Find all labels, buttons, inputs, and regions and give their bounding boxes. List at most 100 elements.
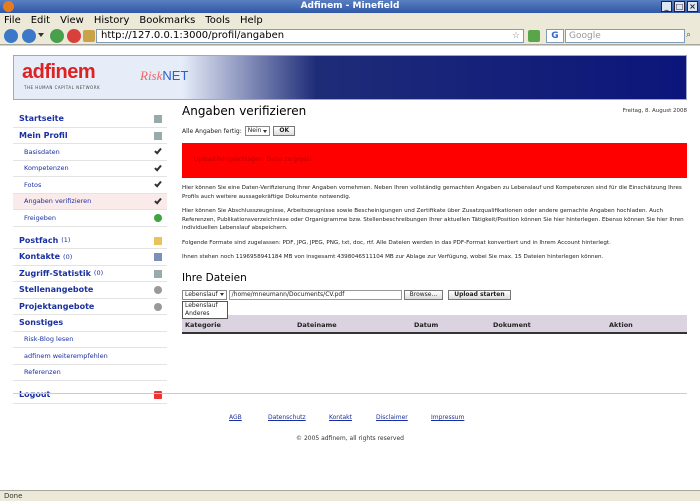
footer-link-datenschutz[interactable]: Datenschutz bbox=[268, 414, 306, 421]
maximize-button[interactable]: □ bbox=[674, 1, 685, 12]
file-type-select[interactable]: Lebenslauf bbox=[182, 289, 227, 300]
stats-icon bbox=[154, 269, 162, 278]
sidebar-item-label: Projektangebote bbox=[19, 301, 95, 311]
adfinem-logo[interactable]: adfinem bbox=[22, 61, 96, 84]
back-arrow-icon[interactable] bbox=[4, 29, 18, 43]
url-input[interactable]: http://127.0.0.1:3000/profil/angaben ☆ bbox=[96, 29, 524, 43]
sidebar-item-referenzen[interactable]: Referenzen bbox=[13, 365, 167, 381]
sidebar-item-label: Sonstiges bbox=[19, 318, 64, 328]
footer-link-disclaimer[interactable]: Disclaimer bbox=[376, 414, 408, 421]
risknet-net: NET bbox=[162, 68, 189, 83]
window-titlebar: Adfinem - Minefield _ □ × bbox=[0, 0, 700, 13]
sidebar-item-label: adfinem weiterempfehlen bbox=[24, 351, 108, 360]
search-engine-icon[interactable]: G bbox=[546, 29, 564, 43]
menu-tools[interactable]: Tools bbox=[205, 15, 230, 26]
footer-link-agb[interactable]: AGB bbox=[229, 414, 242, 421]
stop-icon[interactable] bbox=[67, 29, 81, 43]
profile-icon bbox=[154, 131, 162, 140]
column-datum: Datum bbox=[414, 320, 439, 329]
minimize-button[interactable]: _ bbox=[661, 1, 672, 12]
forward-arrow-icon[interactable] bbox=[22, 29, 36, 43]
sidebar-item-mein-profil[interactable]: Mein Profil bbox=[13, 128, 167, 144]
column-dateiname: Dateiname bbox=[297, 320, 337, 329]
footer-link-kontakt[interactable]: Kontakt bbox=[329, 414, 352, 421]
mail-icon bbox=[154, 236, 162, 245]
menu-edit[interactable]: Edit bbox=[31, 15, 50, 26]
sidebar-item-stellenangebote[interactable]: Stellenangebote bbox=[13, 282, 167, 299]
bookmark-star-icon[interactable]: ☆ bbox=[512, 30, 520, 42]
reload-icon[interactable] bbox=[50, 29, 64, 43]
app-icon bbox=[3, 1, 14, 12]
sidebar-item-label: Fotos bbox=[24, 180, 42, 189]
search-icon[interactable]: ⌕ bbox=[686, 30, 696, 41]
sidebar-item-label: Referenzen bbox=[24, 368, 61, 377]
verify-row: Alle Angaben fertig: Nein OK bbox=[182, 126, 687, 136]
home-icon bbox=[154, 115, 162, 123]
sidebar-item-kontakte[interactable]: Kontakte (0) bbox=[13, 249, 167, 266]
sidebar-item-count: (0) bbox=[63, 252, 73, 261]
sidebar-item-label: Kontakte bbox=[19, 252, 61, 262]
info-icon bbox=[154, 302, 162, 311]
check-icon bbox=[154, 163, 162, 171]
risknet-risk: Risk bbox=[140, 68, 163, 83]
menu-history[interactable]: History bbox=[94, 15, 130, 26]
logo-tagline: THE HUMAN CAPITAL NETWORK bbox=[24, 85, 101, 90]
history-dropdown-icon[interactable] bbox=[38, 33, 44, 39]
menu-help[interactable]: Help bbox=[240, 15, 263, 26]
page-viewport: adfinem THE HUMAN CAPITAL NETWORK RiskNE… bbox=[0, 46, 700, 501]
sidebar-item-postfach[interactable]: Postfach (1) bbox=[13, 233, 167, 249]
search-input[interactable]: Google bbox=[565, 29, 685, 43]
sidebar-item-risk-blog-lesen[interactable]: Risk-Blog lesen bbox=[13, 332, 167, 348]
page-icon bbox=[83, 30, 95, 42]
sidebar-item-logout[interactable]: Logout bbox=[13, 387, 167, 404]
menu-view[interactable]: View bbox=[60, 15, 84, 26]
sidebar-item-zugriff-statistik[interactable]: Zugriff-Statistik (0) bbox=[13, 266, 167, 282]
dropdown-option-lebenslauf[interactable]: Lebenslauf bbox=[183, 301, 227, 310]
sidebar-item-freigeben[interactable]: Freigeben bbox=[13, 210, 167, 227]
chevron-down-icon bbox=[219, 293, 224, 296]
column-kategorie: Kategorie bbox=[185, 320, 221, 329]
sidebar-item-label: Postfach bbox=[19, 235, 59, 245]
risknet-logo: RiskNET bbox=[140, 68, 188, 84]
file-type-dropdown: Lebenslauf Anderes bbox=[182, 300, 228, 319]
sidebar-item-projektangebote[interactable]: Projektangebote bbox=[13, 299, 167, 315]
menu-file[interactable]: File bbox=[4, 15, 21, 26]
sidebar-item-fotos[interactable]: Fotos bbox=[13, 177, 167, 194]
sidebar-item-startseite[interactable]: Startseite bbox=[13, 111, 167, 128]
go-icon[interactable] bbox=[528, 30, 540, 42]
main-content: Angaben verifizieren Freitag, 8. August … bbox=[182, 104, 687, 334]
menu-bookmarks[interactable]: Bookmarks bbox=[139, 15, 195, 26]
verify-select-value: Nein bbox=[247, 127, 262, 134]
storage-paragraph: Ihnen stehen noch 1196958941184 MB von i… bbox=[182, 254, 604, 260]
sidebar-item-angaben-verifizieren[interactable]: Angaben verifizieren bbox=[13, 193, 167, 210]
upload-button[interactable]: Upload starten bbox=[448, 289, 511, 300]
formats-paragraph: Folgende Formate sind zugelassen: PDF, J… bbox=[182, 239, 611, 246]
column-dokument: Dokument bbox=[493, 320, 531, 329]
sidebar-item-sonstiges[interactable]: Sonstiges bbox=[13, 315, 167, 332]
close-window-button[interactable]: × bbox=[687, 1, 698, 12]
green-circle-icon bbox=[154, 214, 162, 222]
sidebar-nav: Startseite Mein Profil Basisdaten Kompetenz… bbox=[13, 111, 167, 404]
navigation-toolbar: http://127.0.0.1:3000/profil/angaben ☆ G… bbox=[0, 27, 700, 45]
people-icon bbox=[154, 253, 162, 261]
column-aktion: Aktion bbox=[609, 320, 633, 329]
page-title: Angaben verifizieren bbox=[182, 104, 307, 118]
file-path-input[interactable]: /home/mneumann/Documents/CV.pdf bbox=[228, 289, 402, 300]
info-icon bbox=[154, 286, 162, 294]
sidebar-item-basisdaten[interactable]: Basisdaten bbox=[13, 144, 167, 161]
sidebar-item-label: Logout bbox=[19, 390, 51, 400]
sidebar-item-label: Basisdaten bbox=[24, 147, 60, 156]
ok-button[interactable]: OK bbox=[273, 126, 296, 136]
verify-select[interactable]: Nein bbox=[244, 126, 271, 136]
files-heading: Ihre Dateien bbox=[182, 271, 247, 284]
sidebar-item-kompetenzen[interactable]: Kompetenzen bbox=[13, 161, 167, 177]
dropdown-option-anderes[interactable]: Anderes bbox=[183, 310, 227, 318]
footer-link-impressum[interactable]: Impressum bbox=[431, 414, 464, 421]
sidebar-item-adfinem-weiterempfehlen[interactable]: adfinem weiterempfehlen bbox=[13, 348, 167, 365]
sidebar-item-label: Startseite bbox=[19, 114, 64, 124]
sidebar-item-count: (1) bbox=[61, 236, 71, 245]
sidebar-item-label: Freigeben bbox=[24, 213, 56, 222]
file-type-value: Lebenslauf bbox=[185, 290, 218, 298]
sidebar-item-label: Mein Profil bbox=[19, 130, 68, 140]
browse-button[interactable]: Browse... bbox=[403, 289, 444, 300]
